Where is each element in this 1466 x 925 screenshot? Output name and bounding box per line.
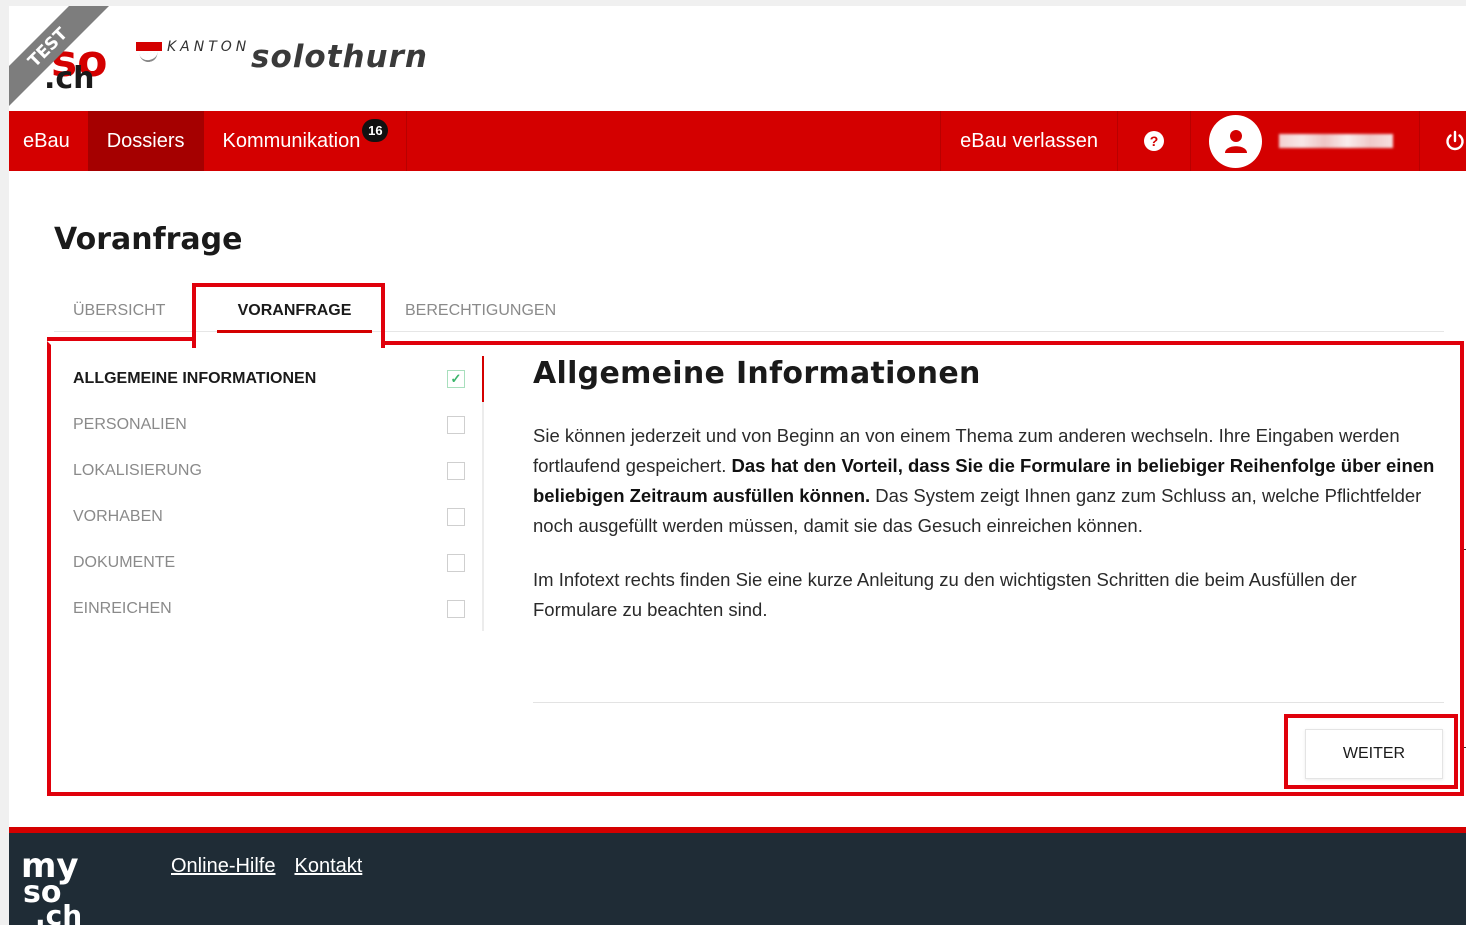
user-icon — [1209, 114, 1262, 168]
footer: my so .ch Online-Hilfe Kontakt — [9, 833, 1466, 925]
kanton-word: KANTON — [167, 39, 251, 55]
help-button[interactable]: ? — [1118, 111, 1191, 171]
tab-berechtigungen[interactable]: BERECHTIGUNGEN — [405, 289, 556, 332]
intro-paragraph: Sie können jederzeit und von Beginn an v… — [533, 425, 1435, 536]
sidebar-item-allgemeine-informationen[interactable]: ALLGEMEINE INFORMATIONEN ✓ — [73, 356, 465, 402]
nav-item-ebau[interactable]: eBau — [9, 111, 88, 171]
empty-checkbox-icon — [447, 416, 465, 434]
tab-uebersicht[interactable]: ÜBERSICHT — [73, 289, 165, 332]
form-sections-sidebar: ALLGEMEINE INFORMATIONEN ✓ PERSONALIEN L… — [54, 356, 484, 631]
infotext-paragraph: Im Infotext rechts finden Sie eine kurze… — [533, 569, 1357, 620]
header: so .ch TEST KANTON solothurn — [9, 6, 1466, 111]
main-content: Allgemeine Informationen Sie können jede… — [533, 356, 1444, 625]
nav-item-label: Kommunikation — [222, 129, 361, 152]
user-menu[interactable] — [1191, 111, 1420, 171]
kanton-flag-icon — [136, 42, 162, 51]
sidebar-item-label: LOKALISIERUNG — [73, 462, 202, 479]
kontakt-link[interactable]: Kontakt — [294, 855, 362, 878]
nav-item-label: Dossiers — [106, 129, 185, 152]
weiter-button[interactable]: WEITER — [1305, 729, 1443, 779]
footer-links: Online-Hilfe Kontakt — [171, 855, 362, 878]
nav-item-kommunikation[interactable]: Kommunikation 16 — [204, 111, 408, 171]
sidebar-item-label: EINREICHEN — [73, 600, 172, 617]
notification-badge: 16 — [362, 119, 389, 142]
sidebar-item-personalien[interactable]: PERSONALIEN — [73, 402, 465, 448]
tab-bar: ÜBERSICHT VORANFRAGE BERECHTIGUNGEN — [54, 289, 1444, 333]
mysoch-footer-logo[interactable]: my so .ch — [21, 847, 101, 925]
sidebar-item-lokalisierung[interactable]: LOKALISIERUNG — [73, 448, 465, 494]
ebau-verlassen-label: eBau verlassen — [960, 129, 1098, 152]
checkmark-icon: ✓ — [447, 370, 465, 388]
nav-item-label: eBau — [23, 129, 70, 152]
empty-checkbox-icon — [447, 508, 465, 526]
content-divider — [533, 702, 1444, 703]
tab-voranfrage[interactable]: VORANFRAGE — [207, 289, 382, 333]
sidebar-item-label: PERSONALIEN — [73, 416, 187, 433]
sidebar-item-label: VORHABEN — [73, 508, 163, 525]
user-name-redacted — [1279, 134, 1393, 148]
sidebar-item-einreichen[interactable]: EINREICHEN — [73, 586, 465, 632]
empty-checkbox-icon — [447, 600, 465, 618]
empty-checkbox-icon — [447, 462, 465, 480]
main-nav: eBau Dossiers Kommunikation 16 eBau verl… — [9, 111, 1466, 171]
nav-item-dossiers[interactable]: Dossiers — [87, 111, 204, 171]
sidebar-item-vorhaben[interactable]: VORHABEN — [73, 494, 465, 540]
online-hilfe-link[interactable]: Online-Hilfe — [171, 855, 275, 878]
solothurn-word: solothurn — [251, 39, 428, 75]
sidebar-item-label: ALLGEMEINE INFORMATIONEN — [73, 370, 317, 387]
mysoch-logo-text: .ch — [44, 61, 95, 96]
mysoch-logo[interactable]: so .ch TEST — [9, 6, 109, 106]
logout-button[interactable] — [1420, 111, 1466, 171]
section-heading: Allgemeine Informationen — [533, 356, 981, 391]
svg-text:.ch: .ch — [35, 899, 82, 925]
power-icon — [1446, 130, 1464, 151]
sidebar-item-label: DOKUMENTE — [73, 554, 176, 571]
page: so .ch TEST KANTON solothurn eBau Dossie… — [9, 6, 1466, 925]
empty-checkbox-icon — [447, 554, 465, 572]
help-icon: ? — [1144, 131, 1164, 151]
ebau-verlassen-link[interactable]: eBau verlassen — [940, 111, 1118, 171]
sidebar-item-dokumente[interactable]: DOKUMENTE — [73, 540, 465, 586]
page-title: Voranfrage — [54, 222, 243, 257]
